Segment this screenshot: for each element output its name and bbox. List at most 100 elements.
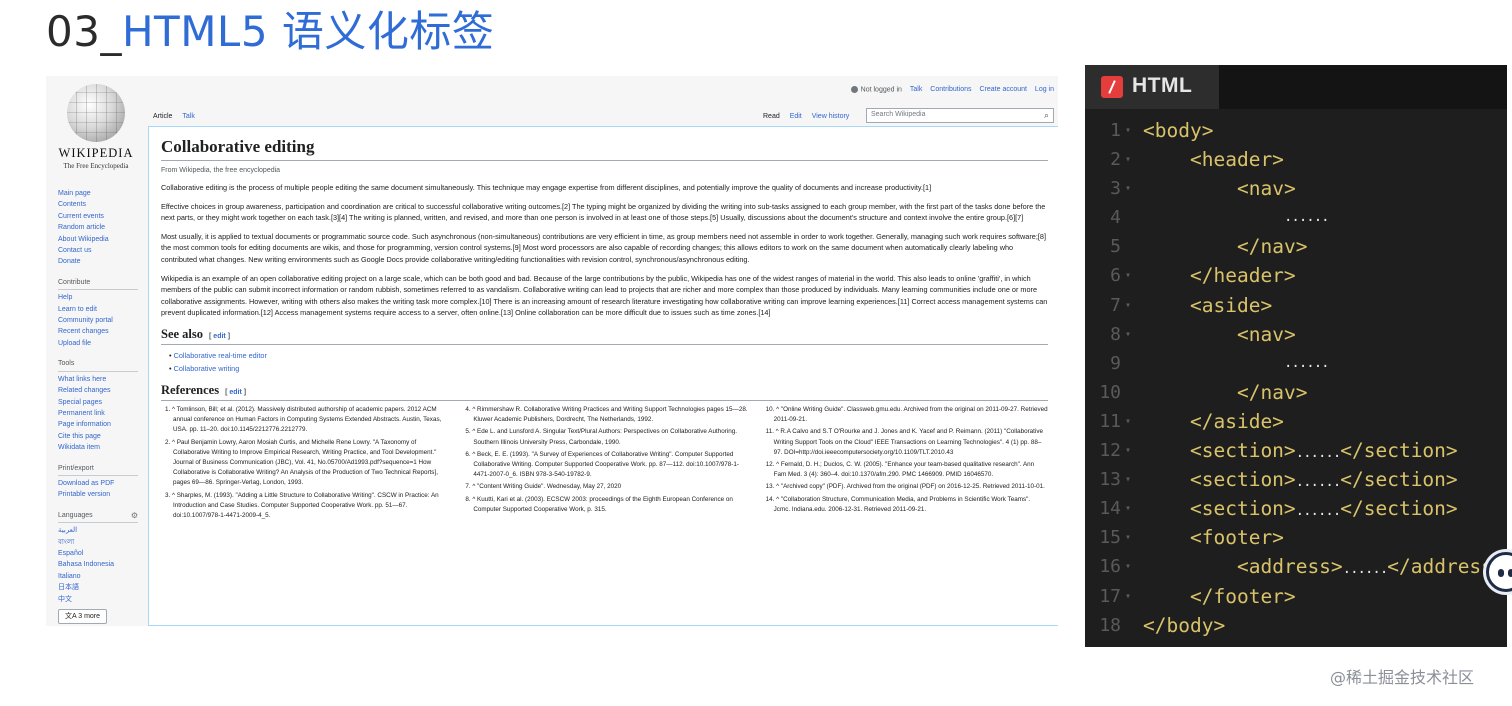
fold-arrow-icon[interactable]: ▾ [1125, 174, 1131, 203]
code-text: <body> [1143, 119, 1214, 142]
namespace-tabs: Article Talk [150, 113, 200, 123]
tab-article[interactable]: Article [150, 113, 175, 123]
fold-arrow-icon[interactable]: ▾ [1125, 582, 1131, 611]
more-languages-label: 3 more [78, 613, 101, 620]
see-also-link[interactable]: Collaborative real-time editor [161, 349, 1048, 362]
sidebar-heading-languages: Languages ⚙ [58, 510, 138, 524]
sidebar-item-learn-to-edit[interactable]: Learn to edit [58, 304, 148, 315]
sidebar-item-wikidata[interactable]: Wikidata item [58, 442, 148, 453]
language-link[interactable]: 日本語 [58, 582, 148, 593]
reference-item: 2. ^ Paul Benjamin Lowry, Aaron Mosiah C… [165, 438, 438, 487]
language-link[interactable]: Italiano [58, 571, 148, 582]
sidebar-item-current-events[interactable]: Current events [58, 211, 148, 222]
sidebar-item-related-changes[interactable]: Related changes [58, 385, 148, 396]
search-icon[interactable]: ⌕ [1044, 110, 1049, 121]
line-number: 4 [1110, 207, 1121, 229]
language-link[interactable]: বাংলা [58, 537, 148, 548]
fold-arrow-icon[interactable]: ▾ [1125, 407, 1131, 436]
fold-arrow-icon[interactable]: ▾ [1125, 465, 1131, 494]
language-link[interactable]: Español [58, 548, 148, 559]
code-text: <nav> [1237, 177, 1296, 201]
see-also-link[interactable]: Collaborative writing [161, 362, 1048, 375]
sidebar-item-contact[interactable]: Contact us [58, 245, 148, 256]
code-text: <footer> [1190, 526, 1284, 550]
tab-edit[interactable]: Edit [787, 113, 805, 123]
fold-arrow-icon[interactable]: ▾ [1125, 116, 1131, 145]
slide-title: 03_HTML5 语义化标签 [46, 6, 494, 58]
code-text: ...... [1284, 354, 1330, 371]
sidebar-item-help[interactable]: Help [58, 292, 148, 303]
wiki-sidebar: Main page Contents Current events Random… [58, 188, 148, 625]
sidebar-item-about[interactable]: About Wikipedia [58, 234, 148, 245]
fold-arrow-icon[interactable]: ▾ [1125, 320, 1131, 349]
fold-arrow-icon[interactable]: ▾ [1125, 523, 1131, 552]
sidebar-item-what-links-here[interactable]: What links here [58, 374, 148, 385]
tab-talk[interactable]: Talk [179, 113, 197, 123]
sidebar-item-printable[interactable]: Printable version [58, 489, 148, 500]
see-also-heading: See also [ edit ] [161, 327, 1048, 345]
code-line: 4...... [1085, 203, 1507, 232]
gear-icon[interactable]: ⚙ [131, 510, 138, 521]
contributions-link[interactable]: Contributions [930, 86, 971, 93]
tab-view-history[interactable]: View history [809, 113, 853, 123]
section-edit-link[interactable]: [ edit ] [225, 389, 246, 396]
sidebar-item-donate[interactable]: Donate [58, 256, 148, 267]
fold-arrow-icon[interactable]: ▾ [1125, 291, 1131, 320]
references-heading: References [ edit ] [161, 383, 1048, 401]
reference-item: 4. ^ Rimmershaw R. Collaborative Writing… [465, 405, 748, 424]
view-tabs: Read Edit View history [760, 113, 854, 123]
sidebar-item-main-page[interactable]: Main page [58, 188, 148, 199]
sidebar-item-download-pdf[interactable]: Download as PDF [58, 478, 148, 489]
fold-arrow-icon[interactable]: ▾ [1125, 145, 1131, 174]
fold-arrow-icon[interactable]: ▾ [1125, 261, 1131, 290]
sidebar-item-special-pages[interactable]: Special pages [58, 397, 148, 408]
editor-tab-html[interactable]: HTML [1085, 65, 1219, 109]
editor-tab-bar [1219, 65, 1507, 109]
code-line: 18 </body> [1085, 611, 1507, 640]
code-line: 9...... [1085, 349, 1507, 378]
sidebar-item-page-information[interactable]: Page information [58, 419, 148, 430]
language-link[interactable]: العربية [58, 525, 148, 536]
reference-item: 1. ^ Tomlinson, Bill; et al. (2012). Mas… [165, 405, 442, 434]
more-languages-button[interactable]: 文A 3 more [58, 609, 108, 625]
code-line: 12 ▾ <section>......</section> [1085, 436, 1507, 465]
code-text: <nav> [1237, 322, 1296, 346]
reference-item: 7. ^ "Content Writing Guide". Wednesday,… [465, 483, 622, 491]
code-line: 17 ▾ </footer> [1085, 582, 1507, 611]
line-number: 3 [1110, 178, 1121, 200]
references-list: 1. ^ Tomlinson, Bill; et al. (2012). Mas… [161, 405, 1048, 523]
fold-arrow-icon[interactable]: ▾ [1125, 436, 1131, 465]
references-title: References [161, 382, 220, 397]
code-text: </header> [1190, 264, 1296, 288]
line-number: 9 [1110, 352, 1121, 374]
section-edit-link[interactable]: [ edit ] [209, 333, 230, 340]
sidebar-item-upload-file[interactable]: Upload file [58, 338, 148, 349]
fold-arrow-icon[interactable]: ▾ [1125, 552, 1131, 581]
language-link[interactable]: 中文 [58, 594, 148, 605]
log-in-link[interactable]: Log in [1035, 86, 1054, 93]
talk-link[interactable]: Talk [910, 86, 922, 93]
line-number: 5 [1110, 236, 1121, 258]
article-paragraph: Wikipedia is an example of an open colla… [161, 273, 1048, 318]
code-line: 14 ▾ <section>......</section> [1085, 494, 1507, 523]
sidebar-item-community-portal[interactable]: Community portal [58, 315, 148, 326]
code-text: <aside> [1190, 293, 1273, 317]
sidebar-item-contents[interactable]: Contents [58, 199, 148, 210]
references-column: 10. ^ "Online Writing Guide". Classweb.g… [762, 405, 1048, 523]
fold-arrow-icon[interactable]: ▾ [1125, 494, 1131, 523]
create-account-link[interactable]: Create account [979, 86, 1026, 93]
sidebar-item-cite[interactable]: Cite this page [58, 431, 148, 442]
wikipedia-tagline: The Free Encyclopedia [63, 162, 129, 170]
tab-read[interactable]: Read [760, 113, 783, 123]
reference-item: 8. ^ Kuutti, Kari et al. (2003). ECSCW 2… [465, 495, 733, 513]
sidebar-item-recent-changes[interactable]: Recent changes [58, 326, 148, 337]
search-input[interactable]: Search Wikipedia ⌕ [866, 108, 1054, 123]
language-link[interactable]: Bahasa Indonesia [58, 559, 148, 570]
code-line: 3 ▾ <nav> [1085, 174, 1507, 203]
article-paragraph: Most usually, it is applied to textual d… [161, 231, 1046, 264]
code-text: <section>......</section> [1190, 468, 1458, 492]
article-content: Collaborative editing From Wikipedia, th… [148, 126, 1058, 626]
wikipedia-logo[interactable]: WIKIPEDIA The Free Encyclopedia [54, 84, 138, 170]
sidebar-item-permanent-link[interactable]: Permanent link [58, 408, 148, 419]
sidebar-item-random-article[interactable]: Random article [58, 222, 148, 233]
